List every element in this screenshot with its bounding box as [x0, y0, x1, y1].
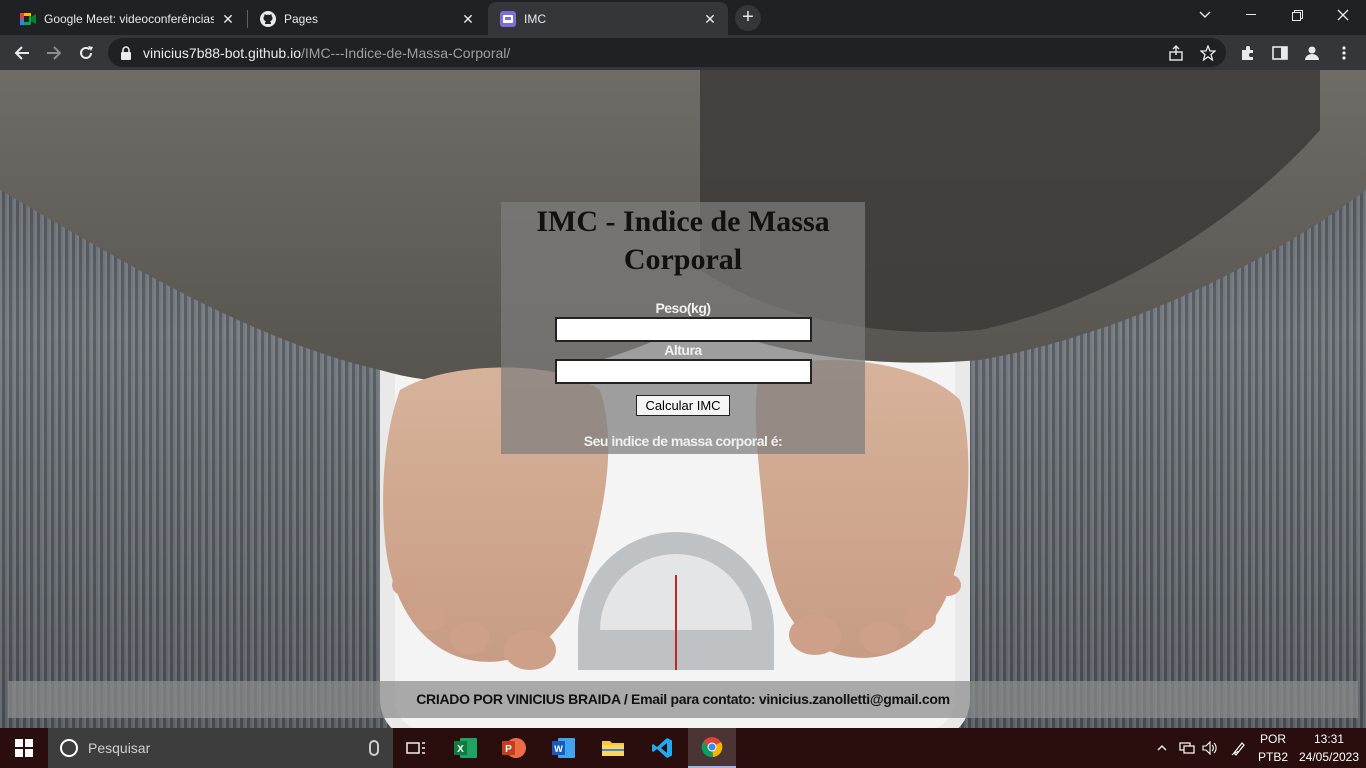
file-explorer-icon[interactable]: [589, 728, 637, 768]
task-view-icon[interactable]: [392, 728, 440, 768]
lock-icon: [120, 45, 134, 60]
imc-result-text: Seu indice de massa corporal é:: [583, 433, 783, 449]
clock-time: 13:31: [1313, 732, 1345, 746]
extensions-puzzle-icon[interactable]: [1234, 39, 1262, 67]
clock-date: 24/05/2023: [1298, 750, 1360, 764]
back-button[interactable]: [8, 39, 36, 67]
url-path: /IMC---Indice-de-Massa-Corporal/: [301, 44, 511, 61]
url-host: vinicius7b88-bot.github.io: [143, 44, 301, 61]
peso-label: Peso(kg): [655, 300, 711, 316]
altura-label: Altura: [664, 342, 702, 358]
network-icon[interactable]: [1176, 728, 1198, 768]
chrome-menu-icon[interactable]: [1330, 39, 1358, 67]
tab-imc[interactable]: IMC ✕: [488, 2, 728, 35]
input-language-indicator[interactable]: POR PTB2: [1256, 730, 1290, 766]
peso-input[interactable]: [554, 317, 812, 342]
minimize-button[interactable]: [1228, 0, 1274, 30]
share-icon[interactable]: [1162, 39, 1190, 67]
new-tab-button[interactable]: +: [735, 5, 761, 31]
profile-avatar-icon[interactable]: [1298, 39, 1326, 67]
google-meet-icon: [20, 11, 36, 27]
tab-search-chevron-icon[interactable]: [1182, 0, 1228, 30]
calcular-imc-button[interactable]: Calcular IMC: [636, 395, 730, 416]
browser-toolbar: vinicius7b88-bot.github.io/IMC---Indice-…: [0, 35, 1366, 70]
altura-input[interactable]: [554, 359, 812, 384]
start-button[interactable]: [0, 728, 48, 768]
forward-button[interactable]: [40, 39, 68, 67]
pen-workspace-icon[interactable]: [1228, 728, 1250, 768]
close-window-button[interactable]: [1320, 0, 1366, 30]
tab-title: IMC: [524, 11, 546, 26]
powerpoint-icon[interactable]: P: [490, 728, 538, 768]
page-viewport: IMC - Indice de Massa Corporal Peso(kg) …: [0, 70, 1366, 728]
restore-button[interactable]: [1274, 0, 1320, 30]
imc-site-icon: [500, 10, 516, 27]
tab-pages[interactable]: Pages ✕: [248, 2, 486, 35]
reload-button[interactable]: [72, 39, 100, 67]
taskbar-search-box[interactable]: Pesquisar: [48, 728, 393, 768]
address-bar[interactable]: vinicius7b88-bot.github.io/IMC---Indice-…: [108, 38, 1226, 67]
cortana-circle-icon: [60, 739, 78, 757]
svg-text:P: P: [505, 744, 512, 755]
chrome-taskbar-icon[interactable]: [688, 728, 736, 768]
language-code: POR: [1259, 732, 1286, 746]
system-clock[interactable]: 13:31 24/05/2023: [1296, 730, 1362, 766]
tab-title: Google Meet: videoconferências: [44, 11, 214, 26]
svg-text:W: W: [554, 744, 563, 754]
volume-icon[interactable]: [1200, 728, 1220, 768]
close-tab-icon[interactable]: ✕: [702, 11, 718, 27]
page-footer: CRIADO POR VINICIUS BRAIDA / Email para …: [8, 681, 1358, 718]
close-tab-icon[interactable]: ✕: [460, 11, 476, 27]
bookmark-star-icon[interactable]: [1194, 39, 1222, 67]
svg-text:X: X: [457, 744, 464, 755]
github-icon: [260, 10, 276, 27]
microphone-icon[interactable]: [369, 740, 379, 756]
side-panel-icon[interactable]: [1266, 39, 1294, 67]
page-title: IMC - Indice de Massa Corporal: [536, 205, 830, 276]
windows-taskbar: Pesquisar X P W POR PTB2 13:31 24/05/202…: [0, 728, 1366, 768]
search-placeholder: Pesquisar: [88, 740, 151, 756]
word-icon[interactable]: W: [540, 728, 588, 768]
keyboard-layout: PTB2: [1257, 750, 1288, 764]
close-tab-icon[interactable]: ✕: [220, 11, 236, 27]
excel-icon[interactable]: X: [442, 728, 490, 768]
tab-title: Pages: [284, 11, 319, 26]
imc-form-card: IMC - Indice de Massa Corporal Peso(kg) …: [501, 202, 865, 454]
tab-strip: Google Meet: videoconferências ✕ Pages ✕…: [0, 0, 1366, 35]
windows-logo-icon: [15, 739, 33, 757]
tab-google-meet[interactable]: Google Meet: videoconferências ✕: [8, 2, 246, 35]
tray-chevron-up-icon[interactable]: [1154, 728, 1170, 768]
vscode-icon[interactable]: [638, 728, 686, 768]
